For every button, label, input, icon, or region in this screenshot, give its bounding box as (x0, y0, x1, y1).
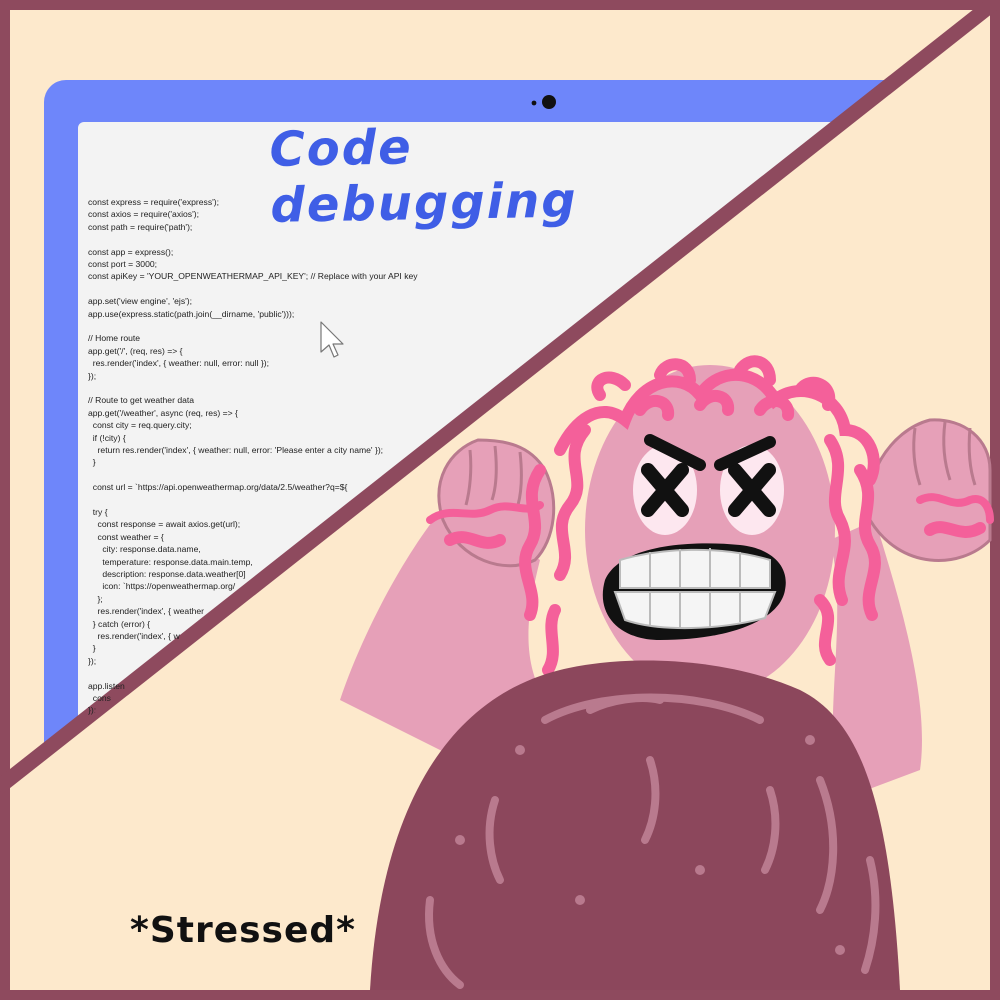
code-line: } catch (error) { (88, 618, 151, 629)
code-line: const city = req.query.city; (88, 420, 192, 431)
code-line: city: response.data.name, (88, 544, 201, 555)
code-line: const port = 3000; (88, 259, 158, 269)
code-line: } (88, 457, 96, 468)
code-line: }; (88, 593, 103, 604)
code-line: return res.render('index', { weather: nu… (88, 445, 384, 455)
code-line: }); (88, 655, 97, 666)
code-line: const apiKey = 'YOUR_OPENWEATHERMAP_API_… (88, 271, 418, 282)
code-line: // Route to get weather data (88, 395, 195, 406)
code-line: res.render('index', { w (88, 631, 180, 641)
code-line: app.set('view engine', 'ejs'); (88, 296, 193, 307)
code-line: app.listen (88, 680, 125, 691)
code-line: const url = `https://api.openweathermap.… (88, 482, 348, 493)
code-line: app.use(express.static(path.join(__dirna… (88, 308, 295, 319)
code-line: try { (88, 507, 108, 517)
code-line: const app = express(); (88, 246, 174, 257)
code-line: temperature: response.data.main.temp, (88, 556, 253, 567)
code-line: icon: `https://openweathermap.org/ (88, 581, 236, 592)
code-line: } (88, 643, 96, 654)
code-line: res.render('index', { weather: null, err… (88, 358, 269, 369)
code-line: if (!city) { (88, 432, 126, 443)
code-line: // Home route (88, 333, 141, 344)
code-line: const response = await axios.get(url); (88, 519, 241, 530)
illustration: const express = require('express'); const… (0, 0, 1000, 1000)
code-line: }); (88, 370, 97, 381)
code-line: const axios = require('axios'); (88, 209, 199, 220)
code-line: const weather = { (88, 531, 164, 542)
code-line: app.get('/weather', async (req, res) => … (88, 407, 238, 418)
code-line: const express = require('express'); (88, 197, 220, 207)
code-line: app.get('/', (req, res) => { (88, 345, 183, 356)
code-line: const path = require('path'); (88, 221, 193, 232)
code-line: res.render('index', { weather (88, 606, 205, 617)
caption: *Stressed* (130, 910, 356, 951)
page-title: Code debugging (269, 119, 579, 234)
code-line: description: response.data.weather[0] (88, 569, 246, 579)
